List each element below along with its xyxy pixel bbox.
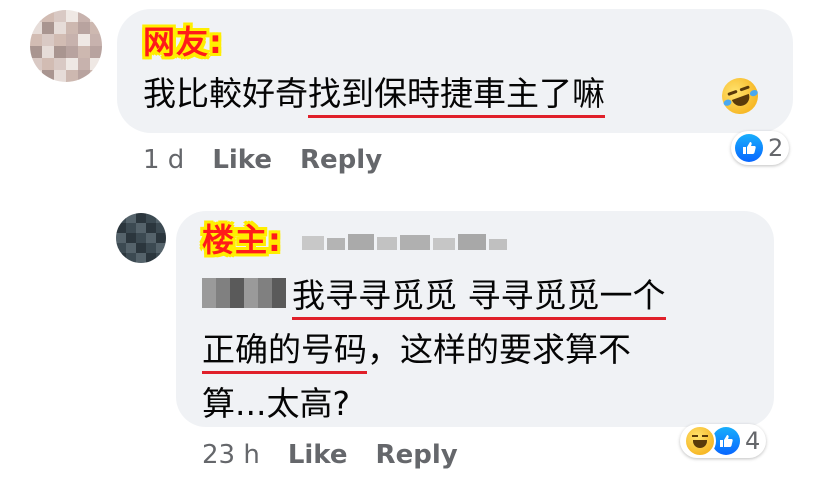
commenter-tag: 网友: — [143, 23, 223, 61]
comment-text-plain: ，这样的要求算不 — [367, 330, 631, 369]
like-button[interactable]: Like — [212, 145, 272, 175]
like-reaction-icon — [735, 134, 763, 162]
comment-text-line: 我寻寻觅觅 寻寻觅觅一个 — [292, 276, 666, 320]
commenter-tag: 楼主: — [202, 221, 282, 259]
reply-button[interactable]: Reply — [376, 440, 458, 470]
comment-meta: 23 h Like Reply — [202, 440, 458, 470]
avatar[interactable] — [30, 10, 102, 82]
like-reaction-icon — [712, 427, 740, 455]
reaction-summary[interactable]: 4 — [680, 424, 767, 458]
comment-text: 我比較好奇找到保時捷車主了嘛 — [143, 74, 605, 118]
timestamp[interactable]: 1 d — [143, 145, 184, 175]
blurred-username — [302, 234, 507, 250]
comment-text-underlined: 正确的号码 — [202, 330, 367, 374]
comment-text-underlined: 找到保時捷車主了嘛 — [308, 74, 605, 118]
reply-button[interactable]: Reply — [300, 145, 382, 175]
reaction-count: 2 — [768, 134, 784, 162]
timestamp[interactable]: 23 h — [202, 440, 260, 470]
comment-text-plain: 我比較好奇 — [143, 74, 308, 113]
comment-meta: 1 d Like Reply — [143, 145, 382, 175]
reaction-summary[interactable]: 2 — [731, 131, 790, 165]
haha-reaction-icon — [684, 425, 716, 457]
comment-text-line: 算...太高? — [202, 384, 350, 423]
avatar[interactable] — [116, 213, 166, 263]
reaction-count: 4 — [745, 427, 761, 455]
blurred-mention — [202, 278, 286, 308]
comment-text-line: 正确的号码，这样的要求算不 — [202, 330, 631, 374]
comment-text-underlined: 我寻寻觅觅 寻寻觅觅一个 — [292, 276, 666, 320]
like-button[interactable]: Like — [288, 440, 348, 470]
